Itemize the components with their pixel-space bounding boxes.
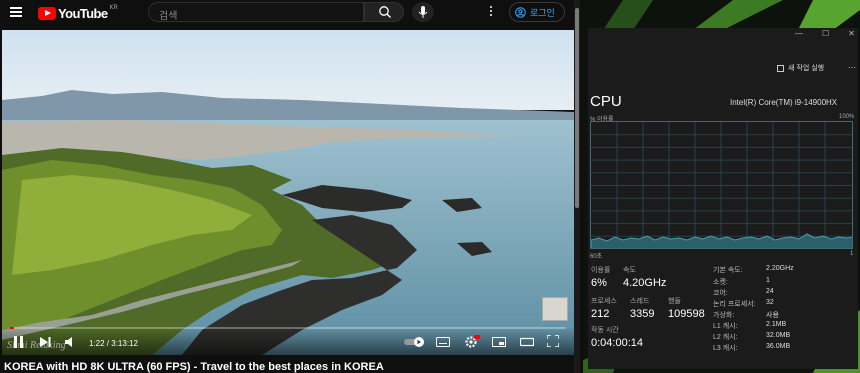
time-current: 1:22: [89, 339, 105, 348]
cpu-graph-svg: [591, 122, 852, 248]
video-frame: [2, 30, 574, 355]
spec-value: 32: [766, 299, 774, 306]
usage-label: 이용률: [591, 267, 611, 274]
spec-key: 소켓:: [713, 279, 728, 286]
new-task-label: 새 작업 실행: [788, 65, 825, 72]
login-label: 로그인: [530, 7, 555, 18]
spec-value: 2.20GHz: [766, 265, 794, 272]
video-title[interactable]: KOREA with HD 8K ULTRA (60 FPS) - Travel…: [4, 361, 384, 373]
volume-icon[interactable]: [65, 337, 77, 347]
graph-axis-right: 1: [850, 251, 854, 257]
login-button[interactable]: 로그인: [509, 2, 565, 22]
usage-value: 6%: [591, 277, 607, 289]
time-total: 3:13:12: [111, 339, 138, 348]
section-title: CPU: [590, 93, 622, 110]
channel-watermark-thumbnail[interactable]: [542, 297, 568, 321]
cpu-utilization-graph: [590, 121, 853, 249]
settings-menu-icon[interactable]: [489, 6, 493, 18]
video-player[interactable]: 1:22 / 3:13:12 Slimi Relaxing: [2, 30, 574, 355]
youtube-play-icon: [38, 6, 56, 20]
close-button[interactable]: ✕: [848, 29, 855, 38]
voice-search-button[interactable]: [412, 2, 434, 22]
miniplayer-icon[interactable]: [492, 337, 506, 347]
spec-value: 사용: [766, 312, 779, 319]
minimize-button[interactable]: —: [795, 29, 803, 38]
new-task-icon: [777, 64, 784, 72]
settings-gear-icon[interactable]: [464, 335, 480, 349]
spec-value: 32.0MB: [766, 332, 791, 339]
maximize-button[interactable]: ☐: [822, 29, 829, 38]
speed-label: 속도: [623, 267, 636, 274]
theater-mode-icon[interactable]: [520, 337, 534, 347]
handle-label: 핸들: [668, 298, 681, 305]
youtube-header: YouTube KR 검색 로그인: [0, 0, 580, 26]
cpu-model: Intel(R) Core(TM) i9-14900HX: [730, 98, 838, 107]
spec-key: 코어:: [713, 290, 728, 297]
search-placeholder: 검색: [159, 11, 178, 22]
search-button[interactable]: [364, 2, 404, 22]
utilization-max: 100%: [839, 114, 855, 120]
youtube-logo-text: YouTube: [58, 5, 108, 21]
spec-value: 1: [766, 277, 770, 284]
spec-key: L3 캐시:: [713, 345, 738, 352]
window-controls: — ☐ ✕: [795, 29, 855, 38]
menu-icon[interactable]: [10, 7, 22, 17]
more-options-icon[interactable]: ⋯: [848, 63, 856, 72]
scrollbar-thumb[interactable]: [575, 8, 579, 208]
spec-key: 논리 프로세서:: [713, 301, 756, 308]
uptime-label: 작동 시간: [591, 327, 619, 334]
channel-watermark-text: Slimi Relaxing: [7, 340, 66, 351]
youtube-logo[interactable]: YouTube KR: [38, 5, 118, 21]
speed-value: 4.20GHz: [623, 277, 667, 289]
process-label: 프로세스: [591, 298, 617, 305]
autoplay-toggle[interactable]: [404, 337, 426, 347]
fullscreen-icon[interactable]: [547, 335, 559, 347]
thread-label: 스레드: [630, 298, 650, 305]
account-icon: [515, 6, 526, 18]
time-display: 1:22 / 3:13:12: [89, 339, 138, 348]
thread-value: 3359: [630, 308, 655, 320]
spec-value: 24: [766, 288, 774, 295]
page-scrollbar[interactable]: [574, 0, 580, 373]
new-task-button[interactable]: 새 작업 실행: [777, 63, 824, 73]
process-value: 212: [591, 308, 610, 320]
spec-value: 2.1MB: [766, 321, 787, 328]
handle-value: 109598: [668, 308, 705, 320]
spec-key: 가상화:: [713, 312, 735, 319]
microphone-icon: [418, 6, 428, 18]
subtitles-icon[interactable]: [436, 337, 450, 347]
region-code: KR: [109, 5, 118, 11]
spec-key: 기본 속도:: [713, 267, 743, 274]
graph-axis-left: 60초: [590, 254, 603, 260]
youtube-window: YouTube KR 검색 로그인 1:22 / 3:13:12 Slimi R…: [0, 0, 580, 373]
progress-fill: [10, 327, 14, 329]
player-controls: 1:22 / 3:13:12 Slimi Relaxing: [2, 327, 574, 355]
spec-key: L2 캐시:: [713, 334, 738, 341]
spec-key: L1 캐시:: [713, 323, 738, 330]
uptime-value: 0:04:00:14: [591, 337, 643, 349]
spec-value: 36.0MB: [766, 343, 791, 350]
search-icon: [379, 6, 391, 18]
search-input[interactable]: 검색: [148, 2, 364, 22]
progress-bar[interactable]: [10, 327, 566, 329]
